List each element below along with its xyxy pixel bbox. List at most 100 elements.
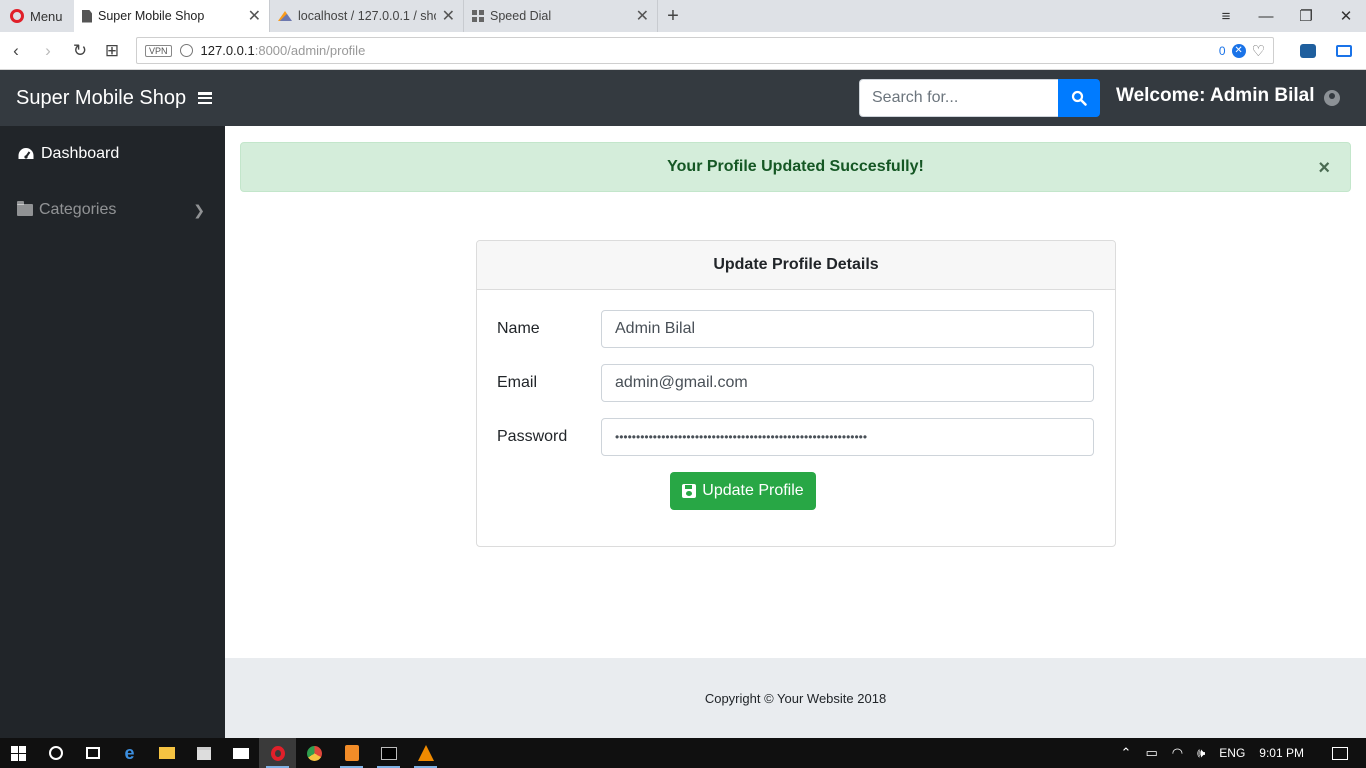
search-input[interactable]: [859, 79, 1058, 117]
hamburger-menu-icon[interactable]: [198, 92, 213, 104]
tachometer-icon: [18, 148, 34, 159]
cortana-button[interactable]: [37, 738, 74, 768]
url-field[interactable]: VPN 127.0.0.1 :8000/admin/profile 0 ✕ ♡: [136, 37, 1274, 64]
cortana-icon: [48, 746, 63, 760]
email-field[interactable]: admin@gmail.com: [601, 364, 1094, 402]
password-field[interactable]: ••••••••••••••••••••••••••••••••••••••••…: [601, 418, 1094, 456]
cmd-taskbar-button[interactable]: [370, 738, 407, 768]
user-welcome[interactable]: Welcome: Admin Bilal: [1116, 85, 1341, 107]
sidebar-item-categories[interactable]: Categories ❯: [0, 182, 225, 238]
user-circle-icon: [1324, 89, 1341, 106]
bookmark-heart-icon[interactable]: ♡: [1252, 42, 1265, 60]
reload-icon[interactable]: ↻: [64, 41, 96, 61]
browser-tab-bar: Menu Super Mobile Shop ✕ localhost / 127…: [0, 0, 1366, 32]
vpn-badge[interactable]: VPN: [145, 44, 172, 57]
sublime-text-icon: [344, 745, 359, 761]
success-alert: Your Profile Updated Succesfully! ×: [240, 142, 1351, 192]
alert-close-icon[interactable]: ×: [1318, 157, 1330, 180]
edge-taskbar-button[interactable]: e: [111, 738, 148, 768]
sublime-taskbar-button[interactable]: [333, 738, 370, 768]
name-field[interactable]: Admin Bilal: [601, 310, 1094, 348]
sidebar-item-label: Dashboard: [41, 145, 120, 162]
tab-menu-icon[interactable]: ≡: [1206, 8, 1246, 25]
browser-address-bar: ‹ › ↻ ⊞ VPN 127.0.0.1 :8000/admin/profil…: [0, 32, 1366, 70]
footer: Copyright © Your Website 2018: [225, 658, 1366, 738]
tab-close-icon[interactable]: ✕: [636, 6, 649, 26]
tab-grid-icon[interactable]: ⊞: [96, 41, 128, 61]
task-view-button[interactable]: [74, 738, 111, 768]
restore-icon[interactable]: ❐: [1286, 7, 1326, 25]
update-profile-button[interactable]: Update Profile: [670, 472, 816, 510]
start-button[interactable]: [0, 738, 37, 768]
name-row: Name Admin Bilal: [497, 310, 1094, 348]
adblock-icon[interactable]: ✕: [1231, 43, 1246, 58]
chevron-right-icon: ❯: [193, 201, 205, 218]
clock[interactable]: 9:01 PM: [1259, 746, 1304, 760]
sidebar-item-dashboard[interactable]: Dashboard: [0, 126, 225, 182]
copyright-text: Copyright © Your Website 2018: [704, 690, 887, 706]
extension-icon[interactable]: [1300, 44, 1316, 58]
tab-title: Super Mobile Shop: [98, 9, 205, 23]
new-tab-button[interactable]: +: [658, 0, 688, 32]
tab-close-icon[interactable]: ✕: [248, 6, 261, 26]
wifi-icon[interactable]: ◠: [1172, 745, 1183, 761]
windows-taskbar: e ⌃ ▭ ◠ 🕪 ENG 9:01 PM: [0, 738, 1366, 768]
alert-message: Your Profile Updated Succesfully!: [667, 158, 924, 175]
browser-menu-label: Menu: [30, 8, 63, 24]
phpmyadmin-icon: [278, 11, 292, 21]
opera-logo-icon: [10, 9, 24, 23]
browser-menu-button[interactable]: Menu: [0, 0, 74, 32]
welcome-text: Welcome: Admin Bilal: [1116, 85, 1315, 106]
email-row: Email admin@gmail.com: [497, 364, 1094, 402]
file-explorer-icon: [158, 747, 175, 759]
volume-icon[interactable]: 🕪: [1197, 745, 1205, 761]
explorer-taskbar-button[interactable]: [148, 738, 185, 768]
folder-icon: [17, 201, 33, 216]
brand-title[interactable]: Super Mobile Shop: [16, 87, 186, 110]
chevron-up-icon[interactable]: ⌃: [1121, 745, 1132, 761]
email-label: Email: [497, 374, 538, 391]
tab-super-mobile-shop[interactable]: Super Mobile Shop ✕: [74, 0, 270, 32]
mail-icon: [232, 747, 249, 759]
chrome-icon: [307, 745, 322, 761]
search-button[interactable]: [1058, 79, 1100, 117]
sidebar-item-label: Categories: [39, 201, 117, 218]
store-taskbar-button[interactable]: [185, 738, 222, 768]
profile-card: Update Profile Details Name Admin Bilal …: [476, 240, 1116, 547]
tab-title: localhost / 127.0.0.1 / sho: [298, 9, 436, 23]
notification-icon[interactable]: [1332, 746, 1348, 760]
card-title: Update Profile Details: [477, 241, 1115, 290]
minimize-icon[interactable]: —: [1246, 8, 1286, 25]
tab-close-icon[interactable]: ✕: [442, 6, 455, 26]
app-navbar: Super Mobile Shop Welcome: Admin Bilal: [0, 70, 1366, 126]
battery-icon[interactable]: ▭: [1145, 745, 1157, 761]
name-label: Name: [497, 320, 540, 337]
opera-taskbar-button[interactable]: [259, 738, 296, 768]
back-icon[interactable]: ‹: [0, 41, 32, 61]
speed-dial-icon: [472, 10, 484, 22]
password-label: Password: [497, 428, 568, 445]
command-prompt-icon: [380, 746, 397, 760]
task-view-icon: [85, 747, 100, 759]
system-tray: ⌃ ▭ ◠ 🕪 ENG 9:01 PM: [1121, 745, 1366, 761]
password-row: Password •••••••••••••••••••••••••••••••…: [497, 418, 1094, 456]
update-profile-label: Update Profile: [702, 482, 804, 499]
windows-logo-icon: [11, 745, 26, 761]
vlc-taskbar-button[interactable]: [407, 738, 444, 768]
sidebar-toggle-icon[interactable]: [1336, 45, 1352, 57]
mail-taskbar-button[interactable]: [222, 738, 259, 768]
chrome-taskbar-button[interactable]: [296, 738, 333, 768]
close-window-icon[interactable]: ✕: [1326, 7, 1366, 25]
tab-speed-dial[interactable]: Speed Dial ✕: [464, 0, 658, 32]
tab-phpmyadmin[interactable]: localhost / 127.0.0.1 / sho ✕: [270, 0, 464, 32]
language-indicator[interactable]: ENG: [1219, 746, 1245, 760]
tab-title: Speed Dial: [490, 9, 552, 23]
sidebar: Dashboard Categories ❯: [0, 126, 225, 738]
save-icon: [682, 484, 697, 498]
main-content: Your Profile Updated Succesfully! × Upda…: [225, 126, 1366, 658]
forward-icon[interactable]: ›: [32, 41, 64, 61]
url-host: 127.0.0.1: [200, 43, 255, 58]
url-path: :8000/admin/profile: [254, 43, 366, 58]
globe-icon: [179, 44, 193, 57]
search-icon: [1071, 90, 1087, 106]
